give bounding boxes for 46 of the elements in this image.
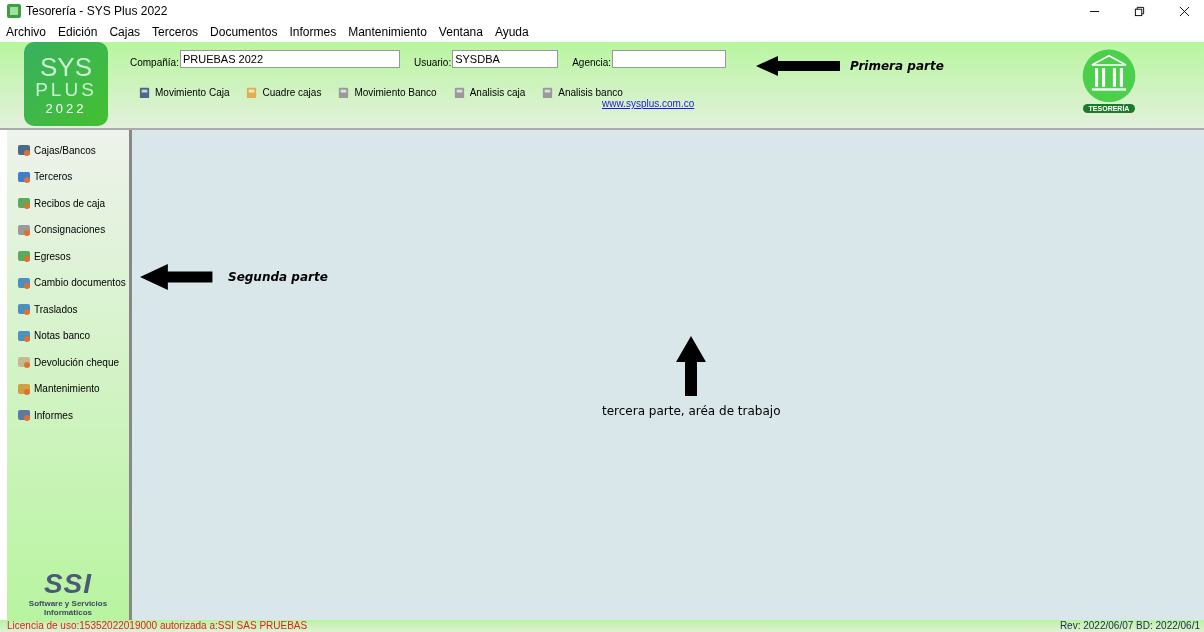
sidebar-item[interactable]: Notas banco — [17, 327, 129, 344]
menu-item[interactable]: Ventana — [438, 25, 483, 39]
close-icon[interactable] — [1179, 5, 1190, 17]
sidebar-item[interactable]: Mantenimiento — [17, 380, 129, 397]
menu-item[interactable]: Archivo — [6, 25, 46, 39]
sidebar-item[interactable]: Recibos de caja — [17, 195, 129, 212]
toolbar-button[interactable]: Movimiento Banco — [337, 86, 437, 99]
menu-item[interactable]: Edición — [58, 25, 98, 39]
menu-item[interactable]: Documentos — [210, 25, 278, 39]
toolbar-button[interactable]: Analisis caja — [452, 86, 526, 99]
sidebar-item[interactable]: Cajas/Bancos — [17, 142, 129, 159]
ssi-caption: Software y Servicios Informáticos — [27, 600, 109, 618]
input-field[interactable] — [612, 50, 727, 68]
toolbar-button[interactable]: Analisis banco — [541, 86, 623, 99]
sidebar-item[interactable]: Terceros — [17, 168, 129, 185]
app-icon — [7, 4, 21, 18]
ssi-logo: SSI — [43, 568, 93, 601]
revision-text: Rev: 2022/06/07 BD: 2022/06/1 — [1059, 620, 1200, 632]
sidebar-item[interactable]: Traslados — [17, 301, 129, 318]
input-field[interactable]: SYSDBA — [452, 50, 559, 68]
arrow-icon — [676, 336, 707, 396]
sidebar-item[interactable]: Egresos — [17, 248, 129, 265]
license-text: Licencia de uso:15352022019000 autorizada a:SSI SAS PRUEBAS — [7, 620, 308, 632]
window-title: Tesorería - SYS Plus 2022 — [26, 4, 168, 18]
sidebar-item[interactable]: Cambio documentos — [17, 274, 129, 291]
restore-icon[interactable] — [1134, 5, 1145, 17]
menu-item[interactable]: Informes — [289, 25, 337, 39]
field-label: Usuario: — [413, 57, 452, 68]
field-label: Agencia: — [572, 57, 612, 68]
menu-item[interactable]: Terceros — [152, 25, 199, 39]
toolbar-button[interactable]: Cuadre cajas — [245, 86, 322, 99]
sidebar-item[interactable]: Devolución cheque — [17, 354, 129, 371]
menu-item[interactable]: Cajas — [109, 25, 141, 39]
toolbar-button[interactable]: Movimiento Caja — [138, 86, 230, 99]
annotation-text: tercera parte, aréa de trabajo — [602, 404, 781, 418]
input-field[interactable]: PRUEBAS 2022 — [179, 50, 400, 68]
menu-item[interactable]: Ayuda — [494, 25, 529, 39]
menu-item[interactable]: Mantenimiento — [348, 25, 427, 39]
sidebar-item[interactable]: Consignaciones — [17, 221, 129, 238]
website-link[interactable]: www.sysplus.com.co — [602, 98, 695, 109]
sys-plus-logo: SYS PLUS 2022 — [24, 42, 108, 126]
annotation-text: Segunda parte — [228, 270, 328, 284]
sidebar-item[interactable]: Informes — [17, 407, 129, 424]
annotation-text: Primera parte — [850, 59, 944, 73]
field-label: Compañía: — [130, 57, 179, 68]
arrow-icon — [756, 56, 840, 76]
